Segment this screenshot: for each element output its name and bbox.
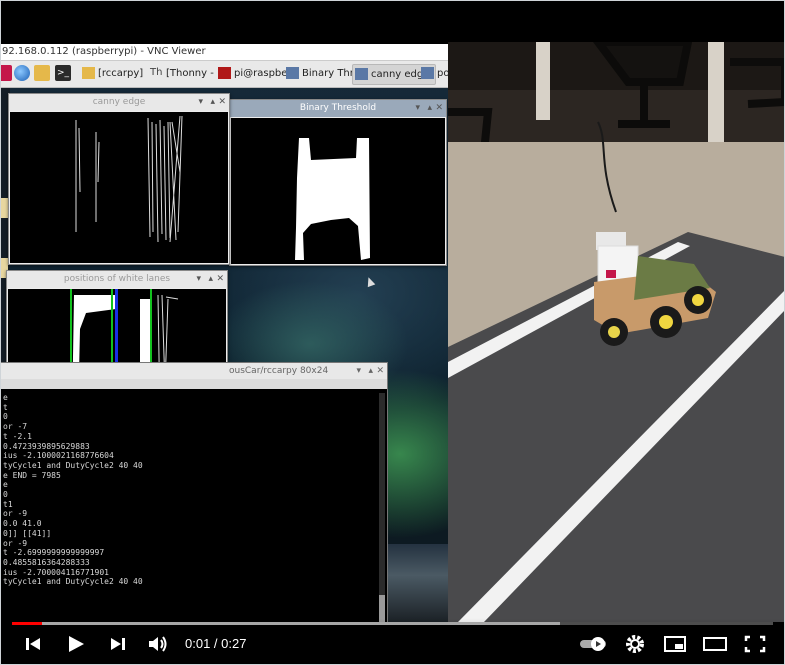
terminal-line: t -2.6999999999999997 — [3, 548, 105, 558]
settings-button[interactable] — [620, 632, 650, 656]
maximize-icon[interactable]: ▴ — [210, 94, 215, 111]
robot-car-photo — [448, 42, 785, 622]
video-player-controls: 0:01 / 0:27 — [0, 618, 785, 665]
raspberry-menu-icon[interactable] — [0, 65, 12, 81]
terminal-line: tyCycle1 and DutyCycle2 40 40 — [3, 577, 143, 587]
binary-threshold-image — [295, 138, 370, 260]
close-icon[interactable]: ✕ — [435, 100, 443, 117]
maximize-icon[interactable]: ▴ — [208, 271, 213, 288]
play-button[interactable] — [60, 632, 90, 656]
next-button[interactable] — [103, 632, 133, 656]
terminal-line: e — [3, 480, 8, 490]
terminal-output[interactable]: e t 0 or -7 t -2.1 0.4723939895629883 ius -2.1… — [3, 393, 373, 622]
close-icon[interactable]: ✕ — [218, 94, 226, 111]
autoplay-toggle-icon — [580, 637, 606, 651]
terminal-line: t1 — [3, 499, 13, 509]
maximize-icon[interactable]: ▴ — [427, 100, 432, 117]
fullscreen-button[interactable] — [740, 632, 770, 656]
terminal-line: t -2.1 — [3, 431, 32, 441]
maximize-icon[interactable]: ▴ — [368, 363, 373, 379]
terminal-window-icon — [218, 67, 231, 79]
miniplayer-button[interactable] — [660, 632, 690, 656]
minimize-icon[interactable]: ▾ — [356, 363, 361, 379]
terminal-line: t — [3, 402, 8, 412]
progress-played — [12, 622, 43, 625]
taskbar-item-label: po — [437, 68, 448, 79]
play-icon — [69, 636, 84, 652]
terminal-titlebar: ousCar/rccarpy 80x24 ▾ ▴ ✕ — [1, 363, 387, 379]
terminal-line: ius -2.1000021168776604 — [3, 451, 114, 461]
autoplay-toggle[interactable] — [578, 632, 610, 656]
binary-threshold-window[interactable]: Binary Threshold ▾ ▴ ✕ — [229, 99, 447, 266]
robot-car-camera-view — [448, 42, 785, 622]
folder-icon — [82, 67, 95, 79]
terminal-line: 0 — [3, 412, 8, 422]
mute-button[interactable] — [143, 632, 173, 656]
next-icon — [111, 638, 125, 650]
window-title: positions of white lanes — [7, 271, 227, 288]
window-title: Binary Threshold — [230, 100, 446, 117]
fullscreen-icon — [744, 635, 766, 653]
theater-mode-icon — [703, 637, 727, 651]
minimize-icon[interactable]: ▾ — [196, 271, 201, 288]
browser-globe-icon[interactable] — [14, 65, 30, 81]
minimize-icon[interactable]: ▾ — [415, 100, 420, 117]
canny-edge-window[interactable]: canny edge ▾ ▴ ✕ — [8, 93, 230, 265]
raspberry-taskbar: >_ [rccarpy] Th [Thonny - ... pi@raspbe.… — [0, 61, 448, 88]
close-icon[interactable]: ✕ — [216, 271, 224, 288]
vnc-desktop: 92.168.0.112 (raspberrypi) - VNC Viewer … — [0, 44, 448, 622]
terminal-line: ius -2.700004116771901 — [3, 567, 109, 577]
terminal-line: or -9 — [3, 509, 28, 519]
window-title: ousCar/rccarpy 80x24 — [229, 366, 329, 376]
window-icon — [286, 67, 299, 79]
minimize-icon[interactable]: ▾ — [198, 94, 203, 111]
terminal-menubar — [1, 379, 387, 389]
settings-gear-icon — [626, 635, 644, 653]
wallpaper-shoreline — [380, 544, 448, 622]
terminal-window[interactable]: ousCar/rccarpy 80x24 ▾ ▴ ✕ e t 0 or -7 t -2.… — [0, 362, 388, 622]
progress-buffered — [12, 622, 560, 625]
window-icon — [421, 67, 434, 79]
canny-edge-view — [10, 112, 228, 263]
theater-mode-button[interactable] — [700, 632, 730, 656]
previous-button[interactable] — [18, 632, 48, 656]
binary-threshold-view — [231, 118, 445, 264]
vnc-window-title: 92.168.0.112 (raspberrypi) - VNC Viewer — [0, 44, 448, 61]
thonny-icon: Th — [150, 67, 163, 78]
window-title: canny edge — [9, 94, 229, 111]
progress-bar[interactable] — [12, 622, 773, 625]
terminal-scrollbar[interactable] — [379, 393, 385, 622]
file-manager-icon[interactable] — [34, 65, 50, 81]
desktop-file-icon[interactable] — [0, 198, 8, 218]
terminal-line: 0.0 41.0 — [3, 519, 42, 529]
miniplayer-icon — [664, 636, 686, 652]
taskbar-item-positions[interactable]: po — [419, 64, 448, 83]
terminal-line: 0]] [[41]] — [3, 528, 52, 538]
terminal-line: e END = 7985 — [3, 470, 61, 480]
terminal-icon[interactable]: >_ — [55, 65, 71, 81]
terminal-line: e — [3, 393, 8, 402]
terminal-line: or -7 — [3, 422, 28, 432]
terminal-line: 0.4855816364288333 — [3, 557, 90, 567]
taskbar-item-label: [rccarpy] — [98, 68, 144, 79]
close-icon[interactable]: ✕ — [376, 363, 384, 379]
terminal-line: 0.4723939895629883 — [3, 441, 90, 451]
window-icon — [355, 68, 368, 80]
canny-edge-image — [75, 115, 183, 243]
time-display: 0:01 / 0:27 — [185, 636, 247, 651]
terminal-line: tyCycle1 and DutyCycle2 40 40 — [3, 460, 143, 470]
volume-icon — [149, 636, 167, 652]
terminal-line: or -9 — [3, 538, 28, 548]
previous-icon — [26, 638, 40, 650]
terminal-line: 0 — [3, 490, 8, 500]
video-frame[interactable]: 92.168.0.112 (raspberrypi) - VNC Viewer … — [0, 0, 785, 665]
